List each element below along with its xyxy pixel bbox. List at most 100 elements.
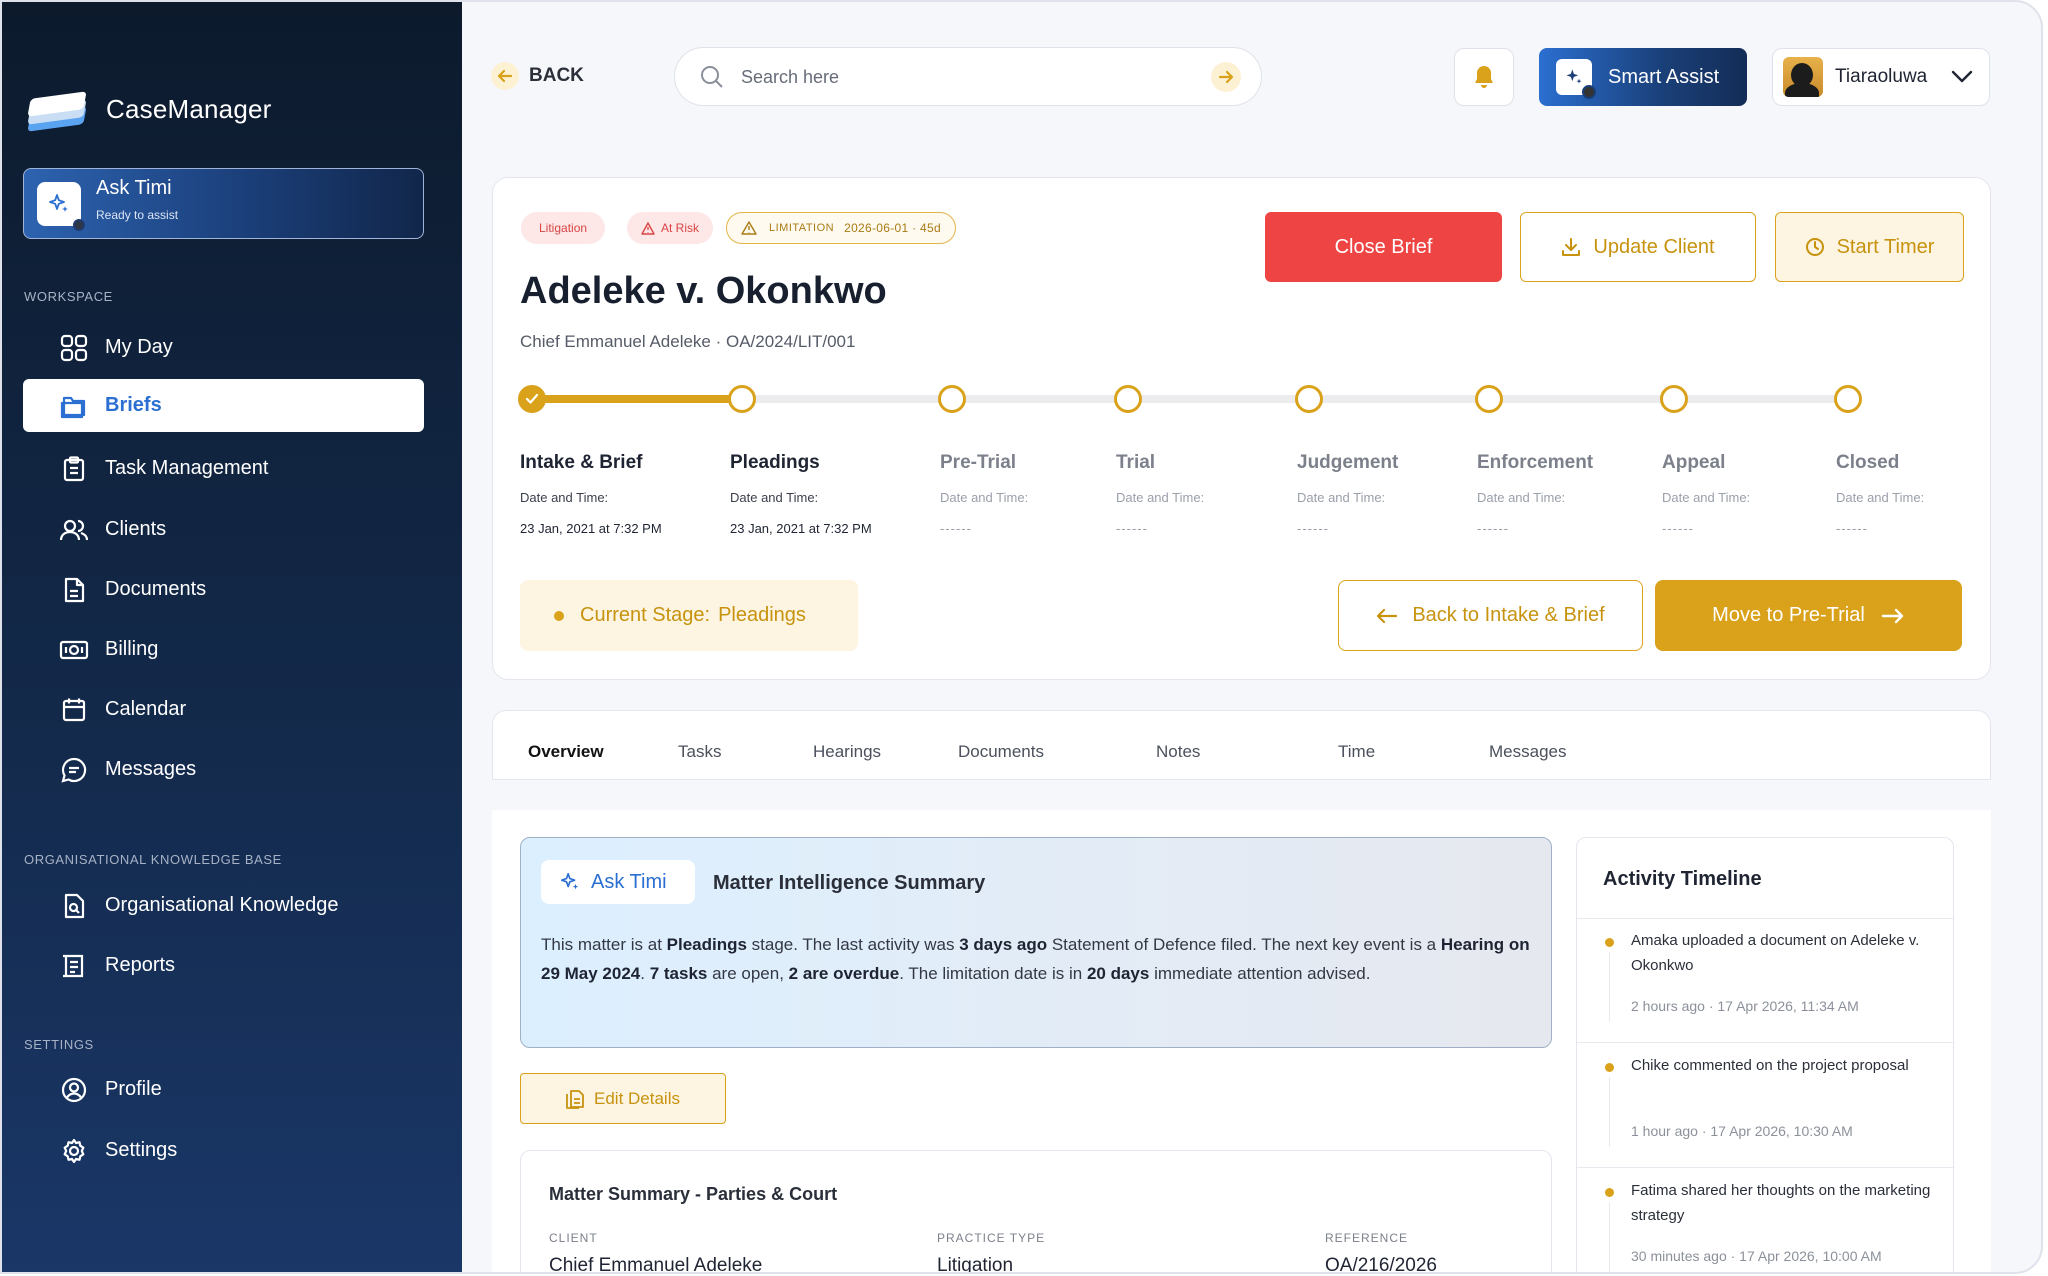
stage-name: Pleadings (730, 452, 820, 473)
timeline-item[interactable]: Amaka uploaded a document on Adeleke v. … (1577, 918, 1953, 1043)
current-stage-badge: Current Stage: Pleadings (520, 580, 858, 651)
field-label: CLIENT (549, 1231, 598, 1245)
tab-documents[interactable]: Documents (958, 742, 1044, 762)
back-stage-label: Back to Intake & Brief (1412, 604, 1605, 626)
stage-2: Pleadings Date and Time: 23 Jan, 2021 at 7… (730, 452, 872, 536)
search-input[interactable] (741, 62, 1181, 92)
field-value: Chief Emmanuel Adeleke (549, 1255, 763, 1274)
stage-date-label: Date and Time: (1836, 490, 1925, 505)
limitation-label: LIMITATION (769, 222, 835, 234)
timeline-item-text: Fatima shared her thoughts on the market… (1631, 1182, 1931, 1224)
stage-date: ------ (1836, 521, 1868, 536)
calendar-icon (59, 695, 89, 725)
gear-icon (59, 1136, 89, 1166)
start-timer-button[interactable]: Start Timer (1775, 212, 1964, 282)
folder-icon (59, 391, 89, 421)
ask-timi-pill-label: Ask Timi (591, 870, 667, 893)
search-icon (699, 64, 725, 90)
stage-progress-fill (532, 395, 742, 403)
stage-name: Judgement (1297, 452, 1399, 473)
stage-node-3[interactable] (938, 385, 966, 413)
sidebar-item-label: Task Management (105, 457, 269, 479)
banknote-icon (59, 635, 89, 665)
user-menu[interactable]: Tiaraoluwa (1772, 48, 1990, 106)
sidebar-item-my-day[interactable]: My Day (23, 321, 424, 374)
smart-assist-button[interactable]: Smart Assist (1539, 48, 1747, 106)
stage-4: Trial Date and Time: ------ (1116, 452, 1204, 536)
client-field: CLIENT Chief Emmanuel Adeleke (549, 1231, 763, 1274)
back-button[interactable]: BACK (491, 62, 584, 90)
brief-subtitle: Chief Emmanuel Adeleke · OA/2024/LIT/001 (520, 332, 856, 351)
bell-icon (1475, 66, 1493, 88)
sidebar-item-clients[interactable]: Clients (23, 503, 424, 556)
notifications-button[interactable] (1454, 48, 1514, 106)
stage-name: Trial (1116, 452, 1156, 473)
stage-5: Judgement Date and Time: ------ (1297, 452, 1398, 536)
stage-date: ------ (1297, 521, 1329, 536)
logo-icon (26, 86, 92, 132)
limitation-tag: LIMITATION 2026-06-01 · 45d (726, 212, 956, 244)
stage-date-label: Date and Time: (520, 490, 609, 505)
ask-timi-card[interactable]: Ask Timi Ready to assist (23, 168, 424, 239)
search-bar (674, 47, 1262, 106)
sidebar-item-documents[interactable]: Documents (23, 563, 424, 616)
sidebar-item-organisational-knowledge[interactable]: Organisational Knowledge (23, 879, 424, 932)
status-dot (73, 219, 85, 231)
app-window: CaseManager Ask Timi Ready to assist WOR… (0, 0, 2043, 1274)
timeline-item[interactable]: Chike commented on the project proposal … (1577, 1043, 1953, 1168)
tab-divider (492, 779, 1991, 780)
sidebar-item-label: Briefs (105, 394, 162, 416)
update-client-button[interactable]: Update Client (1520, 212, 1756, 282)
chevron-down-icon (1951, 70, 1973, 84)
limitation-value: 2026-06-01 · 45d (844, 221, 941, 235)
timeline-title: Activity Timeline (1603, 868, 1762, 890)
stage-8: Closed Date and Time: ------ (1836, 452, 1924, 536)
stage-node-6[interactable] (1475, 385, 1503, 413)
matter-intelligence-summary: Ask Timi Matter Intelligence Summary Thi… (520, 837, 1552, 1048)
reference-field: REFERENCE OA/216/2026 (1325, 1231, 1437, 1272)
tab-time[interactable]: Time (1338, 742, 1375, 762)
stage-node-5[interactable] (1295, 385, 1323, 413)
timeline-item-time: 2 hours ago · 17 Apr 2026, 11:34 AM (1631, 998, 1859, 1014)
edit-details-button[interactable]: Edit Details (520, 1073, 726, 1124)
ask-timi-pill[interactable]: Ask Timi (541, 860, 695, 904)
sidebar-item-label: Settings (105, 1139, 178, 1161)
matter-summary-card: Matter Summary - Parties & Court CLIENT … (520, 1150, 1552, 1274)
stage-node-4[interactable] (1114, 385, 1142, 413)
sidebar-item-calendar[interactable]: Calendar (23, 683, 424, 736)
move-stage-button[interactable]: Move to Pre-Trial (1655, 580, 1962, 651)
stage-node-7[interactable] (1660, 385, 1688, 413)
stage-date: ------ (1477, 521, 1509, 536)
tab-overview[interactable]: Overview (528, 742, 604, 762)
tab-hearings[interactable]: Hearings (813, 742, 881, 762)
stage-name: Closed (1836, 452, 1900, 473)
stage-node-2[interactable] (728, 385, 756, 413)
sparkle-icon (559, 871, 581, 893)
logo[interactable]: CaseManager (26, 86, 272, 132)
timeline-item[interactable]: Fatima shared her thoughts on the market… (1577, 1168, 1953, 1272)
stage-node-8[interactable] (1834, 385, 1862, 413)
stage-node-1[interactable] (518, 385, 546, 413)
back-stage-button[interactable]: Back to Intake & Brief (1338, 580, 1643, 651)
timeline-dot (1605, 1188, 1614, 1197)
sidebar-item-briefs[interactable]: Briefs (23, 379, 424, 432)
close-brief-button[interactable]: Close Brief (1265, 212, 1502, 282)
sidebar-item-profile[interactable]: Profile (23, 1063, 424, 1116)
tab-tasks[interactable]: Tasks (678, 742, 721, 762)
tab-notes[interactable]: Notes (1156, 742, 1200, 762)
move-stage-label: Move to Pre-Trial (1712, 604, 1865, 626)
tab-messages[interactable]: Messages (1489, 742, 1566, 762)
users-icon (59, 515, 89, 545)
arrow-left-icon (491, 62, 519, 90)
search-submit-button[interactable] (1211, 62, 1241, 92)
sidebar-item-label: Clients (105, 518, 167, 540)
field-value: Litigation (937, 1255, 1014, 1274)
stage-date: 23 Jan, 2021 at 7:32 PM (520, 521, 662, 536)
sidebar-item-label: Billing (105, 638, 159, 660)
document-icon (59, 575, 89, 605)
sidebar-item-settings[interactable]: Settings (23, 1124, 424, 1177)
sidebar-item-messages[interactable]: Messages (23, 743, 424, 796)
sidebar-item-task-management[interactable]: Task Management (23, 442, 424, 495)
sidebar-item-billing[interactable]: Billing (23, 623, 424, 676)
sidebar-item-reports[interactable]: Reports (23, 939, 424, 992)
